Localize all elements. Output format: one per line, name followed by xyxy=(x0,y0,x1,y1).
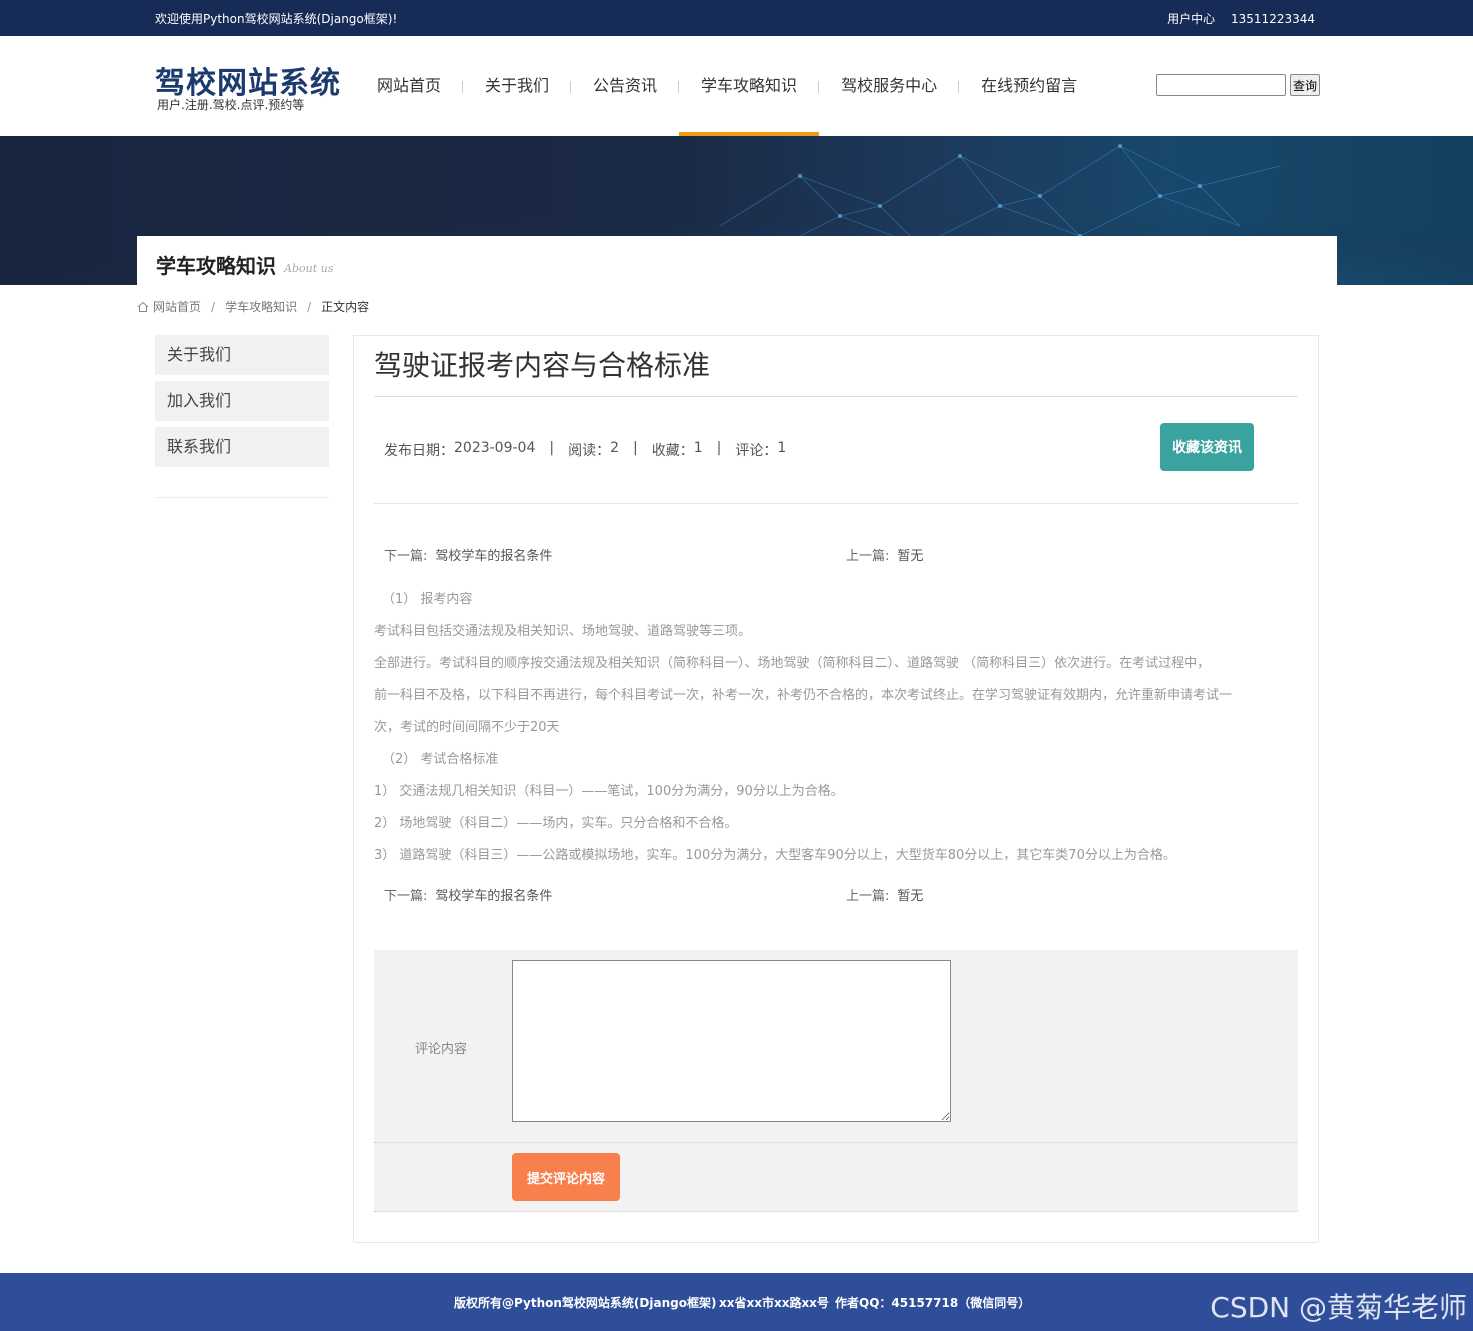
breadcrumb-section[interactable]: 学车攻略知识 xyxy=(225,298,297,315)
article-paragraph: 全部进行。考试科目的顺序按交通法规及相关知识（简称科目一）、场地驾驶（简称科目二… xyxy=(374,656,1211,671)
nav-booking[interactable]: 在线预约留言 xyxy=(959,36,1099,136)
submit-comment-button[interactable]: 提交评论内容 xyxy=(512,1153,620,1201)
article-title: 驾驶证报考内容与合格标准 xyxy=(374,349,711,382)
nav-about[interactable]: 关于我们 xyxy=(463,36,572,136)
next-label: 下一篇: xyxy=(384,549,428,564)
csdn-watermark: CSDN @黄菊华老师 xyxy=(1210,1291,1467,1324)
sidebar-divider xyxy=(155,497,329,498)
footer-qq: 作者QQ：45157718（微信同号） xyxy=(835,1296,1031,1310)
next-label: 下一篇: xyxy=(384,889,428,904)
date-label: 发布日期： xyxy=(384,443,454,459)
prev-article-link[interactable]: 暂无 xyxy=(897,889,923,904)
comment-label: 评论内容 xyxy=(415,1042,468,1057)
section-title-tab: 学车攻略知识 About us xyxy=(137,236,1337,285)
breadcrumb-separator: / xyxy=(307,299,312,314)
breadcrumb-home[interactable]: 网站首页 xyxy=(153,298,201,315)
search-bar: 查询 xyxy=(1156,74,1321,96)
sidebar: 关于我们 加入我们 联系我们 xyxy=(155,335,329,498)
page-banner: 学车攻略知识 About us xyxy=(0,136,1473,285)
section-subtitle: About us xyxy=(284,262,334,275)
favs-label: 收藏： xyxy=(651,443,694,459)
comment-submit-row: 提交评论内容 xyxy=(374,1143,1298,1212)
next-article: 下一篇: 驾校学车的报名条件 xyxy=(384,885,552,904)
article-paragraph: 1） 交通法规几相关知识（科目一）——笔试，100分为满分，90分以上为合格。 xyxy=(374,784,844,799)
main-nav: 网站首页 关于我们 公告资讯 学车攻略知识 驾校服务中心 在线预约留言 xyxy=(355,36,1099,136)
article-paragraph: （1） 报考内容 xyxy=(382,592,473,607)
top-user-area: 用户中心 13511223344 xyxy=(1155,10,1315,27)
breadcrumb: 网站首页 / 学车攻略知识 / 正文内容 xyxy=(137,298,369,315)
section-title: 学车攻略知识 xyxy=(156,254,276,278)
prev-label: 上一篇: xyxy=(846,889,890,904)
user-center-link[interactable]: 用户中心 xyxy=(1167,12,1215,26)
meta-separator: | xyxy=(716,440,722,456)
nav-home[interactable]: 网站首页 xyxy=(355,36,464,136)
phone-number: 13511223344 xyxy=(1231,12,1315,26)
article-paragraph: 考试科目包括交通法规及相关知识、场地驾驶、道路驾驶等三项。 xyxy=(374,624,752,639)
footer-copyright: 版权所有@Python驾校网站系统(Django框架) xyxy=(454,1296,717,1310)
breadcrumb-current: 正文内容 xyxy=(321,300,370,314)
reads-value: 2 xyxy=(610,440,620,456)
sidebar-item-about[interactable]: 关于我们 xyxy=(155,335,329,375)
article-paragraph: 次，考试的时间间隔不少于20天 xyxy=(374,720,560,735)
date-value: 2023-09-04 xyxy=(454,440,536,456)
article-panel: 驾驶证报考内容与合格标准 发布日期： 2023-09-04 | 阅读： 2 | … xyxy=(353,335,1319,1243)
article-meta: 发布日期： 2023-09-04 | 阅读： 2 | 收藏： 1 | 评论： 1 xyxy=(384,440,786,460)
breadcrumb-separator: / xyxy=(211,299,216,314)
article-paragraph: 3） 道路驾驶（科目三）——公路或模拟场地，实车。100分为满分，大型客车90分… xyxy=(374,848,1176,863)
favorite-button[interactable]: 收藏该资讯 xyxy=(1160,423,1254,471)
nav-news[interactable]: 公告资讯 xyxy=(571,36,680,136)
prev-label: 上一篇: xyxy=(846,549,890,564)
article-paragraph: 2） 场地驾驶（科目二）——场内，实车。只分合格和不合格。 xyxy=(374,816,738,831)
title-divider xyxy=(374,396,1298,397)
prev-article: 上一篇: 暂无 xyxy=(846,545,923,564)
comments-value: 1 xyxy=(777,440,787,456)
reads-label: 阅读： xyxy=(568,443,611,459)
nav-service[interactable]: 驾校服务中心 xyxy=(819,36,960,136)
meta-separator: | xyxy=(633,440,638,456)
footer-address: xx省xx市xx路xx号 xyxy=(719,1296,829,1310)
next-article-link[interactable]: 驾校学车的报名条件 xyxy=(435,889,552,904)
home-icon xyxy=(137,301,149,312)
next-article-link[interactable]: 驾校学车的报名条件 xyxy=(435,549,552,564)
site-header: 驾校网站系统 用户.注册.驾校.点评.预约等 网站首页 关于我们 公告资讯 学车… xyxy=(0,36,1473,136)
sidebar-item-contact[interactable]: 联系我们 xyxy=(155,427,329,467)
search-input[interactable] xyxy=(1156,74,1286,96)
article-paragraph: 前一科目不及格，以下科目不再进行，每个科目考试一次，补考一次，补考仍不合格的，本… xyxy=(374,688,1233,703)
article-body: （1） 报考内容 考试科目包括交通法规及相关知识、场地驾驶、道路驾驶等三项。 全… xyxy=(374,584,1304,872)
favs-value: 1 xyxy=(693,440,703,456)
meta-divider xyxy=(374,503,1298,504)
prev-article: 上一篇: 暂无 xyxy=(846,885,923,904)
meta-separator: | xyxy=(549,440,555,456)
nav-knowledge[interactable]: 学车攻略知识 xyxy=(679,36,820,136)
comment-textarea[interactable] xyxy=(512,960,951,1122)
comment-form: 评论内容 提交评论内容 xyxy=(374,950,1298,1212)
sidebar-item-join[interactable]: 加入我们 xyxy=(155,381,329,421)
next-article: 下一篇: 驾校学车的报名条件 xyxy=(384,545,552,564)
top-bar: 欢迎使用Python驾校网站系统(Django框架)! 用户中心 1351122… xyxy=(0,0,1473,36)
logo-subtitle: 用户.注册.驾校.点评.预约等 xyxy=(157,98,305,112)
prev-article-link[interactable]: 暂无 xyxy=(897,549,923,564)
search-button[interactable]: 查询 xyxy=(1290,74,1321,96)
comments-label: 评论： xyxy=(735,443,778,459)
welcome-text: 欢迎使用Python驾校网站系统(Django框架)! xyxy=(155,12,398,26)
comment-row: 评论内容 xyxy=(374,950,1298,1143)
article-paragraph: （2） 考试合格标准 xyxy=(382,752,499,767)
